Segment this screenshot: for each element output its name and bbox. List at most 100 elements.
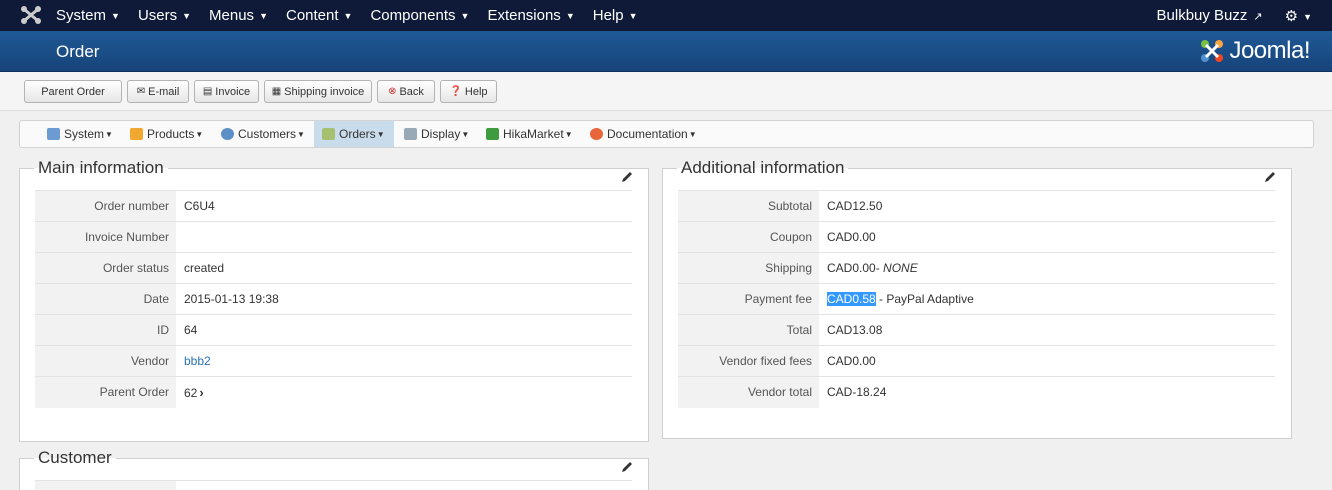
field-value: CAD0.00 xyxy=(819,345,1275,377)
box-icon xyxy=(130,128,143,140)
help-label: Help xyxy=(464,85,488,98)
email-label: E-mail xyxy=(148,85,180,98)
lifebuoy-icon xyxy=(590,128,603,140)
table-row: Payment fee CAD0.58 - PayPal Adaptive xyxy=(678,283,1275,315)
joomla-brand-icon xyxy=(1201,40,1224,62)
table-row: Total CAD13.08 xyxy=(678,314,1275,346)
menu-extensions[interactable]: Extensions ▼ xyxy=(487,7,574,24)
invoice-label: Invoice xyxy=(215,85,251,98)
field-label: Parent Order xyxy=(35,376,176,408)
shipping-invoice-button[interactable]: ▦ Shipping invoice xyxy=(264,80,372,103)
shipping-method: NONE xyxy=(883,261,918,275)
table-row: Vendor total CAD-18.24 xyxy=(678,376,1275,408)
field-value: CAD13.08 xyxy=(819,314,1275,346)
menu-users[interactable]: Users ▼ xyxy=(138,7,191,24)
parent-order-button[interactable]: Parent Order xyxy=(24,80,122,103)
submenu-system-label: System xyxy=(64,127,105,141)
back-button[interactable]: ⊗ Back xyxy=(377,80,435,103)
joomla-brand-text: Joomla! xyxy=(1229,37,1310,64)
menu-components[interactable]: Components ▼ xyxy=(370,7,469,24)
submenu-hikamarket[interactable]: HikaMarket ▼ xyxy=(486,121,573,147)
customer-label-cell xyxy=(35,481,176,490)
site-link[interactable]: Bulkbuy Buzz ↗ xyxy=(1157,7,1263,25)
submenu-customers[interactable]: Customers ▼ xyxy=(221,121,305,147)
submenu-products[interactable]: Products ▼ xyxy=(130,121,203,147)
field-label: Coupon xyxy=(678,221,819,253)
menu-help[interactable]: Help ▼ xyxy=(593,7,638,24)
table-row: Invoice Number xyxy=(35,221,632,253)
field-value: 64 xyxy=(176,314,632,346)
main-information-table: Order number C6U4 Invoice Number Order st… xyxy=(35,190,632,408)
submenu-display[interactable]: Display ▼ xyxy=(404,121,469,147)
menu-system[interactable]: System ▼ xyxy=(56,7,120,24)
email-button[interactable]: ✉ E-mail xyxy=(127,80,189,103)
field-label: Order status xyxy=(35,252,176,284)
submenu-system[interactable]: System ▼ xyxy=(47,121,113,147)
submenu-orders[interactable]: Orders ▼ xyxy=(314,121,394,147)
table-row: Date 2015-01-13 19:38 xyxy=(35,283,632,315)
field-value: C6U4 xyxy=(176,190,632,222)
field-label: Total xyxy=(678,314,819,346)
payment-fee-amount: CAD0.58 xyxy=(827,292,876,306)
field-label: Vendor fixed fees xyxy=(678,345,819,377)
payment-method: - PayPal Adaptive xyxy=(875,292,974,306)
submenu-documentation[interactable]: Documentation ▼ xyxy=(590,121,697,147)
cancel-icon: ⊗ xyxy=(388,86,397,97)
help-button[interactable]: ❓ Help xyxy=(440,80,497,103)
parent-order-label: Parent Order xyxy=(41,85,105,98)
shipping-separator: - xyxy=(875,261,884,275)
table-row: Vendor bbb2 xyxy=(35,345,632,377)
pencil-icon[interactable] xyxy=(1263,170,1277,184)
joomla-brand-logo: Joomla! xyxy=(1199,37,1310,65)
page-title: Order xyxy=(56,42,100,61)
pencil-icon[interactable] xyxy=(620,460,634,474)
pencil-icon[interactable] xyxy=(620,170,634,184)
field-value: created xyxy=(176,252,632,284)
joomla-logo-icon[interactable] xyxy=(20,5,42,25)
menu-menus[interactable]: Menus ▼ xyxy=(209,7,268,24)
question-icon: ❓ xyxy=(449,86,462,97)
additional-information-panel: Additional information Subtotal CAD12.50 … xyxy=(662,158,1292,439)
submenu-orders-label: Orders xyxy=(339,127,376,141)
hikamarket-icon xyxy=(486,128,499,140)
table-row: Coupon CAD0.00 xyxy=(678,221,1275,253)
chevron-right-icon[interactable]: › xyxy=(199,385,203,400)
field-label: Shipping xyxy=(678,252,819,284)
wrench-icon xyxy=(47,128,60,140)
envelope-icon: ✉ xyxy=(136,86,146,97)
main-information-panel: Main information Order number C6U4 Invoic… xyxy=(19,158,649,442)
user-settings-menu[interactable]: ⚙ ▼ xyxy=(1285,7,1312,25)
submenu-documentation-label: Documentation xyxy=(607,127,688,141)
table-row: Order number C6U4 xyxy=(35,190,632,222)
field-label: Subtotal xyxy=(678,190,819,222)
submenu-products-label: Products xyxy=(147,127,195,141)
gear-icon: ⚙ xyxy=(1284,8,1299,25)
customer-table-row xyxy=(35,480,632,490)
submenu-display-label: Display xyxy=(421,127,461,141)
field-value: 2015-01-13 19:38 xyxy=(176,283,632,315)
table-row: Parent Order 62 › xyxy=(35,376,632,408)
customer-legend: Customer xyxy=(34,448,116,468)
vendor-link[interactable]: bbb2 xyxy=(184,354,211,368)
admin-topbar: System ▼ Users ▼ Menus ▼ Content ▼ Component… xyxy=(0,0,1332,31)
field-label: Vendor total xyxy=(678,376,819,408)
field-value xyxy=(176,221,632,253)
invoice-button[interactable]: ▤ Invoice xyxy=(194,80,259,103)
field-label: Order number xyxy=(35,190,176,222)
customer-panel: Customer xyxy=(19,448,649,490)
field-value: CAD-18.24 xyxy=(819,376,1275,408)
field-label: Vendor xyxy=(35,345,176,377)
table-row: Subtotal CAD12.50 xyxy=(678,190,1275,222)
table-row: ID 64 xyxy=(35,314,632,346)
document-icon: ▤ xyxy=(202,86,213,97)
field-value: CAD0.00 xyxy=(819,221,1275,253)
page-header: Order Joomla! xyxy=(0,31,1332,72)
additional-information-table: Subtotal CAD12.50 Coupon CAD0.00 Shipping C… xyxy=(678,190,1275,408)
hikashop-submenu: System ▼ Products ▼ Customers ▼ Orders ▼ Dis… xyxy=(19,120,1314,148)
shipping-amount: CAD0.00 xyxy=(827,261,876,275)
menu-content[interactable]: Content ▼ xyxy=(286,7,352,24)
table-row: Shipping CAD0.00- NONE xyxy=(678,252,1275,284)
submenu-hikamarket-label: HikaMarket xyxy=(503,127,564,141)
field-label: Invoice Number xyxy=(35,221,176,253)
main-information-legend: Main information xyxy=(34,158,168,178)
